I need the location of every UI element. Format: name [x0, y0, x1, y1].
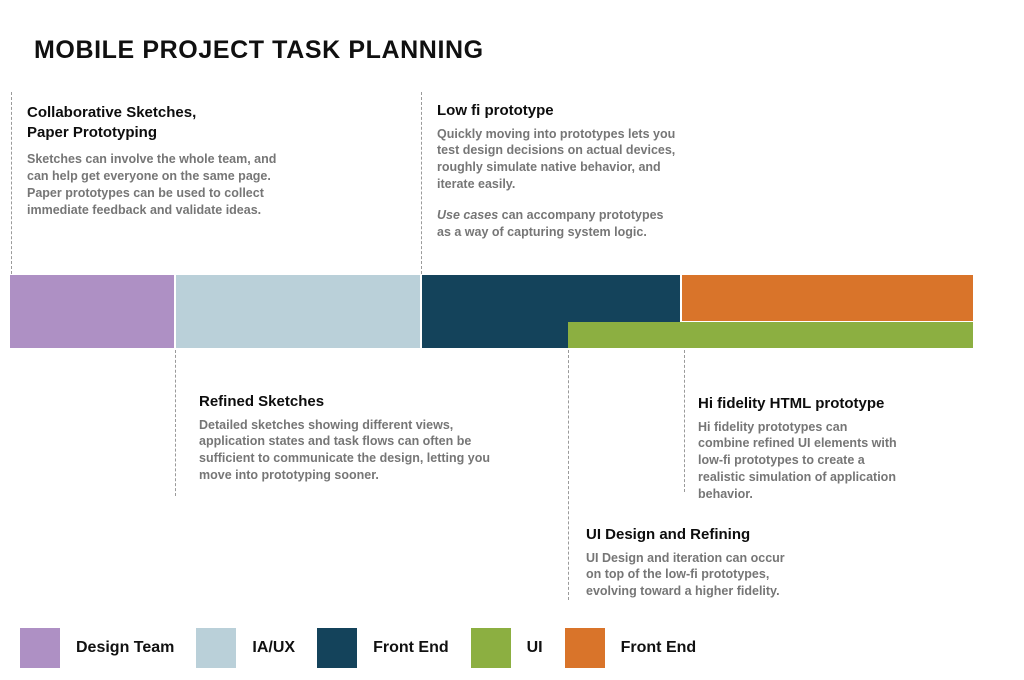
note-body: Detailed sketches showing different view…	[199, 417, 490, 483]
note-heading: Collaborative Sketches, Paper Prototypin…	[27, 104, 197, 141]
legend-item-label: IA/UX	[252, 639, 296, 656]
note-low-fi-prototype: Low fi prototype Quickly moving into pro…	[437, 101, 737, 241]
legend-item-label: Front End	[620, 639, 697, 656]
connector-line-ui-design-and-refining	[568, 350, 569, 600]
legend-item-front-end-orange[interactable]: Front End	[564, 628, 719, 668]
connector-line-collaborative-sketches	[11, 92, 12, 274]
legend-item-ui[interactable]: UI	[470, 628, 565, 668]
note-heading: UI Design and Refining	[586, 526, 751, 543]
legend-item-label: UI	[526, 639, 543, 656]
legend-item-label: Front End	[373, 639, 449, 656]
legend-item-ia-ux[interactable]: IA/UX	[196, 628, 317, 668]
legend-swatch-icon	[317, 628, 358, 668]
timeline-segment-ui[interactable]	[568, 322, 973, 348]
slide-canvas: MOBILE PROJECT TASK PLANNING Collaborati…	[0, 0, 1024, 680]
connector-line-low-fi-prototype	[421, 92, 422, 274]
note-heading: Low fi prototype	[437, 102, 554, 119]
legend-item-design-team[interactable]: Design Team	[20, 628, 196, 668]
note-body: Sketches can involve the whole team, and…	[27, 152, 277, 217]
connector-line-hi-fidelity-html-prototype	[684, 350, 685, 492]
legend-swatch-icon	[20, 628, 60, 668]
timeline-segment-front-end-orange[interactable]	[682, 275, 973, 321]
note-refined-sketches: Refined Sketches Detailed sketches showi…	[199, 392, 549, 484]
connector-line-refined-sketches	[175, 350, 176, 496]
legend: Design Team IA/UX Front End UI Front End	[20, 628, 718, 668]
timeline-segment-ia-ux[interactable]	[176, 275, 420, 348]
timeline-segment-design-team[interactable]	[10, 275, 174, 348]
note-collaborative-sketches: Collaborative Sketches, Paper Prototypin…	[27, 103, 357, 219]
note-heading: Hi fidelity HTML prototype	[698, 395, 885, 412]
note-ui-design-and-refining: UI Design and Refining UI Design and ite…	[586, 525, 886, 600]
legend-swatch-icon	[564, 628, 605, 668]
legend-item-label: Design Team	[76, 639, 175, 656]
note-body: Quickly moving into prototypes lets you …	[437, 126, 676, 192]
legend-item-front-end-navy[interactable]: Front End	[317, 628, 471, 668]
note-body: UI Design and iteration can occur on top…	[586, 550, 785, 599]
note-body-secondary: Use cases can accompany prototypes as a …	[437, 207, 737, 241]
legend-swatch-icon	[470, 628, 511, 668]
note-body: Hi fidelity prototypes can combine refin…	[698, 419, 897, 502]
note-heading: Refined Sketches	[199, 393, 325, 410]
page-title: MOBILE PROJECT TASK PLANNING	[34, 36, 484, 64]
note-hi-fidelity-html-prototype: Hi fidelity HTML prototype Hi fidelity p…	[698, 394, 998, 503]
legend-swatch-icon	[196, 628, 237, 668]
note-emphasis: Use cases	[437, 208, 499, 222]
